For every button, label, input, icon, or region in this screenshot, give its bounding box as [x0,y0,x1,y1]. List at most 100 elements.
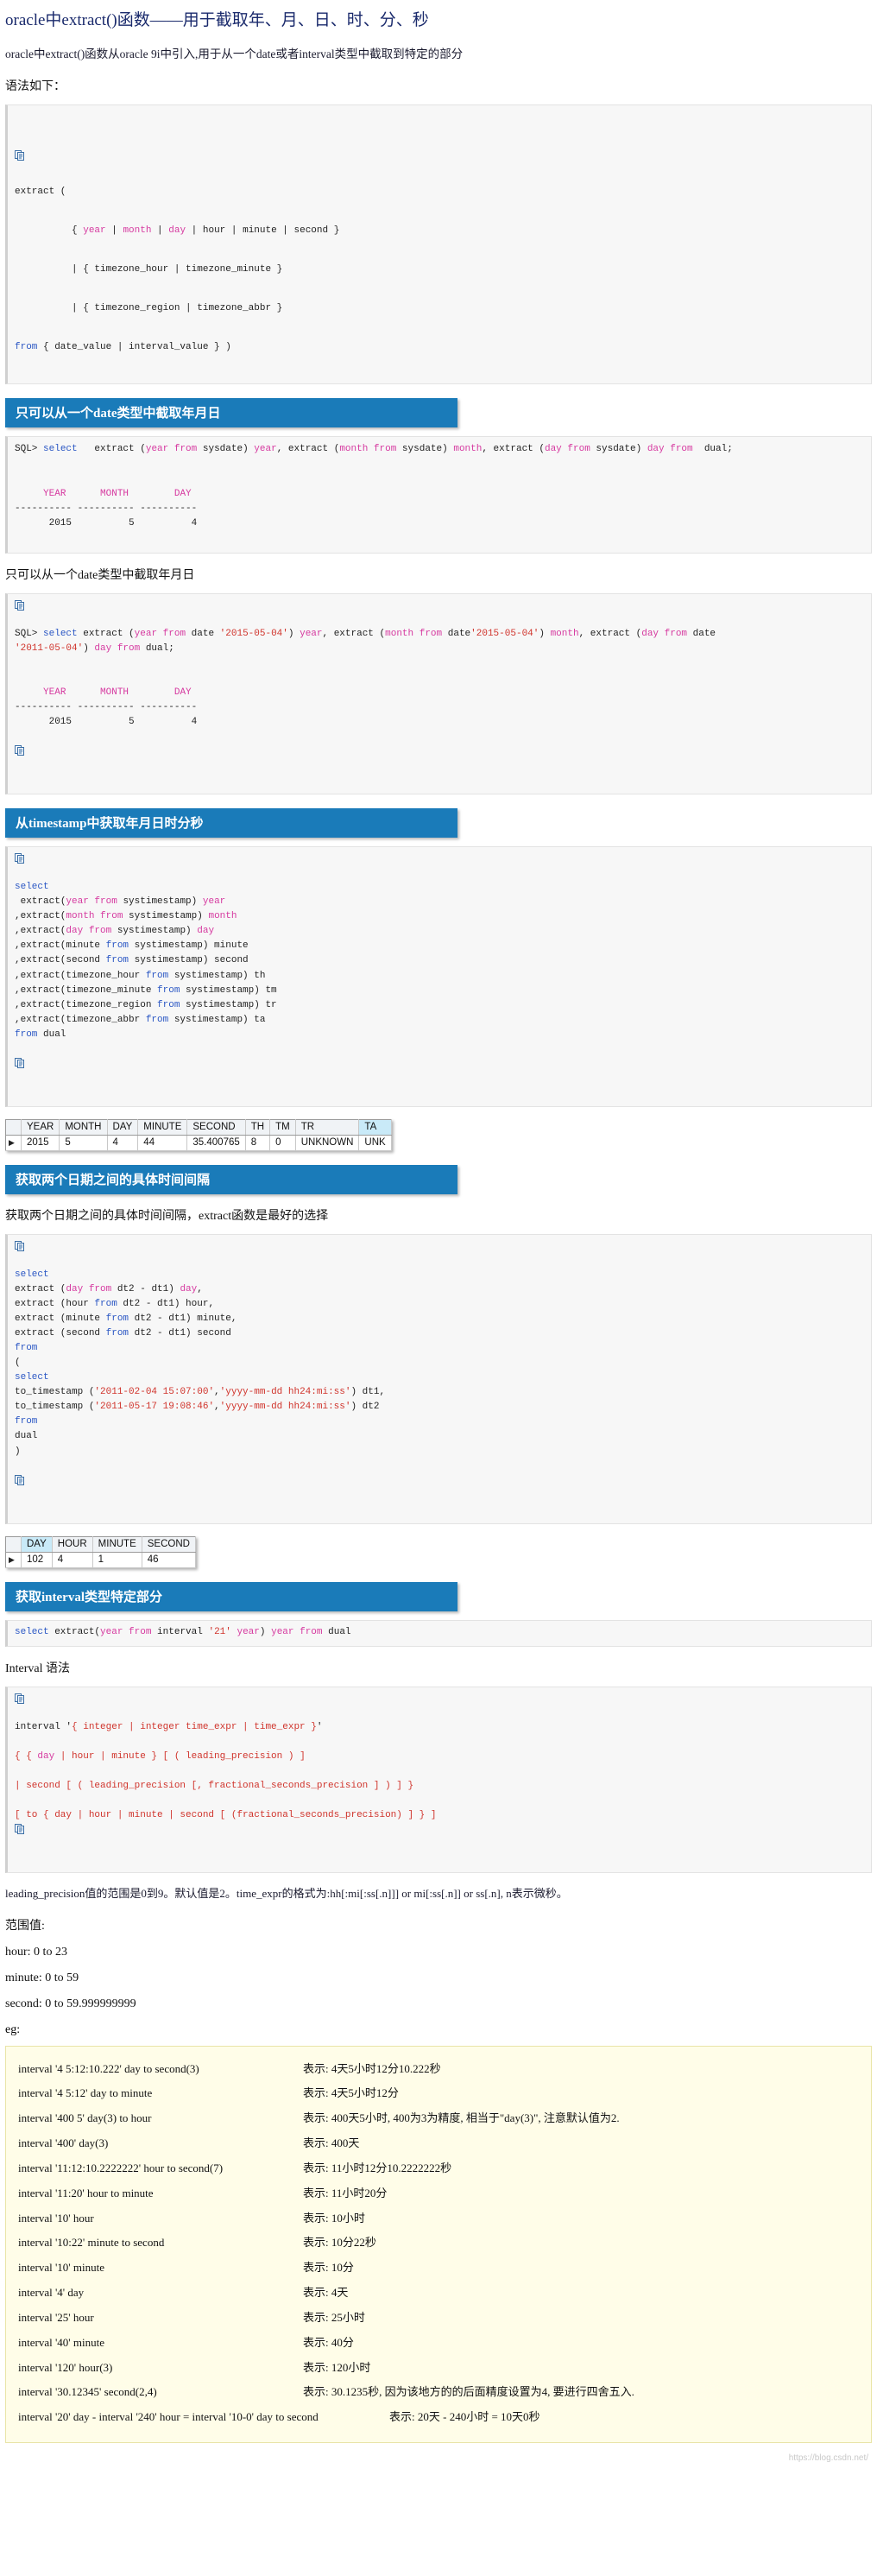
column-header-day[interactable]: DAY [21,1536,53,1553]
example-row: interval '30.12345' second(2,4) 表示: 30.12… [18,2380,862,2405]
row-selector-icon[interactable]: ▶ [5,1552,22,1568]
interval-extract-code-block[interactable]: select extract(year from interval '21' y… [5,1619,872,1647]
row-selector-icon[interactable]: ▶ [5,1135,22,1151]
example-row: interval '10' minute 表示: 10分 [18,2256,862,2281]
example-description: 表示: 20天 - 240小时 = 10天0秒 [389,2410,540,2424]
example-expression: interval '11:20' hour to minute [18,2186,154,2199]
table-cell: 5 [59,1135,108,1151]
column-header-year[interactable]: YEAR [21,1119,60,1136]
column-header-tm[interactable]: TM [269,1119,296,1136]
grid-corner [5,1119,22,1136]
table-cell: UNKNOWN [295,1135,360,1151]
examples-label: eg: [5,2022,21,2036]
example-description: 表示: 4天5小时12分 [303,2086,399,2100]
example-row: interval '20' day - interval '240' hour … [18,2405,862,2430]
column-header-minute[interactable]: MINUTE [92,1536,142,1553]
example-row: interval '40' minute 表示: 40分 [18,2331,862,2356]
table-cell: UNK [358,1135,392,1151]
table-cell: 102 [21,1552,53,1568]
table-cell: 4 [107,1135,139,1151]
example-row: interval '11:20' hour to minute 表示: 11小时2… [18,2181,862,2206]
column-header-second[interactable]: SECOND [186,1119,246,1136]
example-description: 表示: 10分22秒 [303,2236,376,2250]
example-row: interval '10:22' minute to second 表示: 10分… [18,2231,862,2256]
copy-icon[interactable] [15,599,25,611]
example-description: 表示: 30.1235秒, 因为该地方的的后面精度设置为4, 要进行四舍五入. [303,2385,634,2399]
column-header-second[interactable]: SECOND [142,1536,196,1553]
column-header-ta[interactable]: TA [358,1119,392,1136]
example-expression: interval '4 5:12' day to minute [18,2086,153,2100]
copy-icon[interactable] [15,1693,25,1704]
table-header-row: YEAR MONTH DAY MINUTE SECOND TH TM TR TA [5,1119,392,1136]
syntax-code-block[interactable]: extract ( { year | month | day | hour | … [5,104,872,385]
page-title: oracle中extract()函数——用于截取年、月、日、时、分、秒 [5,11,429,29]
example-expression: interval '4' day [18,2286,85,2300]
example-expression: interval '400' day(3) [18,2136,109,2150]
example-expression: interval '40' minute [18,2335,104,2349]
example-expression: interval '10:22' minute to second [18,2236,165,2250]
example-description: 表示: 11小时20分 [303,2186,388,2199]
example-description: 表示: 400天5小时, 400为3为精度, 相当于"day(3)", 注意默认… [303,2111,620,2125]
section-note-date-interval: 获取两个日期之间的具体时间间隔，extract函数是最好的选择 [5,1209,329,1223]
table-cell: 2015 [21,1135,60,1151]
section-note-date-extract: 只可以从一个date类型中截取年月日 [5,568,195,582]
example-row: interval '4 5:12' day to minute 表示: 4天5小时… [18,2081,862,2106]
example-expression: interval '11:12:10.2222222' hour to seco… [18,2161,224,2174]
interval-syntax-label: Interval 语法 [5,1661,71,1675]
range-hour: hour: 0 to 23 [5,1945,67,1959]
timestamp-result-grid[interactable]: YEAR MONTH DAY MINUTE SECOND TH TM TR TA ▶ 2015 5 4… [5,1118,392,1151]
precision-note: leading_precision值的范围是0到9。默认值是2。time_exp… [5,1887,568,1901]
column-header-month[interactable]: MONTH [59,1119,108,1136]
example-expression: interval '400 5' day(3) to hour [18,2111,152,2125]
copy-icon[interactable] [15,853,25,864]
example-description: 表示: 400天 [303,2136,360,2150]
timestamp-code-block[interactable]: select extract(year from systimestamp) y… [5,846,872,1107]
intro-paragraph: oracle中extract()函数从oracle 9i中引入,用于从一个dat… [5,47,464,60]
column-header-hour[interactable]: HOUR [52,1536,93,1553]
example-description: 表示: 120小时 [303,2360,371,2374]
example-row: interval '11:12:10.2222222' hour to seco… [18,2156,862,2181]
example-expression: interval '10' minute [18,2261,104,2275]
example-row: interval '400' day(3) 表示: 400天 [18,2131,862,2156]
table-row[interactable]: ▶ 2015 5 4 44 35.400765 8 0 UNKNOWN UNK [5,1135,392,1151]
example-row: interval '4 5:12:10.222' day to second(3… [18,2057,862,2082]
example-expression: interval '20' day - interval '240' hour … [18,2410,319,2424]
table-cell: 35.400765 [186,1135,246,1151]
syntax-label: 语法如下： [5,80,66,94]
sql-date-literal-code-block[interactable]: SQL> select extract (year from date '201… [5,592,872,795]
table-cell: 44 [137,1135,188,1151]
interval-examples-box: interval '4 5:12:10.222' day to second(3… [5,2045,872,2444]
table-row[interactable]: ▶ 102 4 1 46 [5,1552,196,1568]
copy-icon[interactable] [15,1823,25,1834]
interval-syntax-code-block[interactable]: interval '{ integer | integer time_expr … [5,1686,872,1874]
range-minute: minute: 0 to 59 [5,1971,79,1984]
copy-icon[interactable] [15,745,25,756]
copy-icon[interactable] [15,1057,25,1068]
table-cell: 8 [245,1135,271,1151]
column-header-th[interactable]: TH [245,1119,271,1136]
copy-icon[interactable] [15,1240,25,1251]
section-heading-date-extract: 只可以从一个date类型中截取年月日 [5,398,457,428]
column-header-tr[interactable]: TR [295,1119,360,1136]
table-cell: 46 [142,1552,196,1568]
interval-diff-code-block[interactable]: select extract (day from dt2 - dt1) day,… [5,1233,872,1524]
example-row: interval '400 5' day(3) to hour 表示: 400天5… [18,2106,862,2131]
copy-icon[interactable] [15,1474,25,1485]
example-description: 表示: 40分 [303,2335,354,2349]
table-cell: 0 [269,1135,296,1151]
sql-sysdate-code-block[interactable]: SQL> select extract (year from sysdate) … [5,436,872,554]
range-label: 范围值: [5,1919,45,1933]
example-description: 表示: 25小时 [303,2310,365,2324]
example-expression: interval '30.12345' second(2,4) [18,2385,157,2399]
example-description: 表示: 4天5小时12分10.222秒 [303,2061,441,2075]
section-heading-interval-part: 获取interval类型特定部分 [5,1581,457,1611]
table-body: ▶ 2015 5 4 44 35.400765 8 0 UNKNOWN UNK [5,1135,392,1151]
section-heading-date-interval: 获取两个日期之间的具体时间间隔 [5,1164,457,1194]
column-header-minute[interactable]: MINUTE [137,1119,188,1136]
copy-icon[interactable] [15,150,25,161]
column-header-day[interactable]: DAY [107,1119,139,1136]
grid-corner [5,1536,22,1553]
example-row: interval '120' hour(3) 表示: 120小时 [18,2356,862,2381]
interval-diff-result-grid[interactable]: DAY HOUR MINUTE SECOND ▶ 102 4 1 46 [5,1535,196,1568]
example-description: 表示: 4天 [303,2286,349,2300]
